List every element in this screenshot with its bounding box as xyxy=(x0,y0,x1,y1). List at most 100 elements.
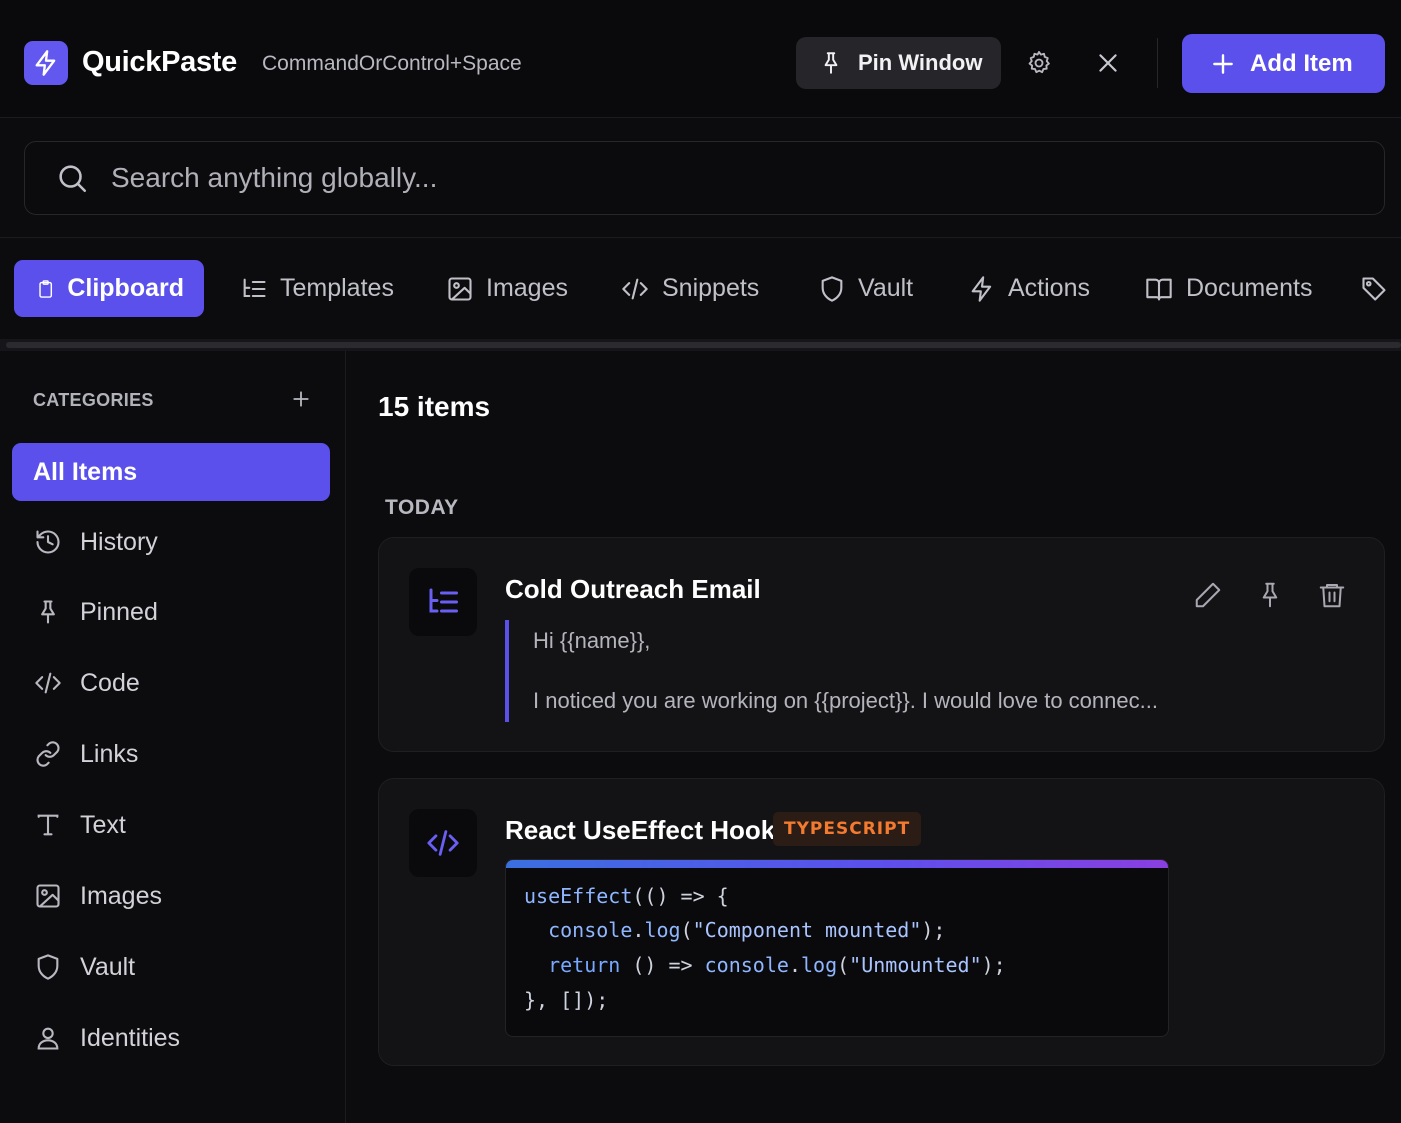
plus-icon xyxy=(1213,53,1233,74)
tab-actions[interactable]: Actions xyxy=(968,260,1090,317)
preview-line: I noticed you are working on {{project}}… xyxy=(533,688,1158,713)
card-type-icon xyxy=(409,568,477,636)
add-item-button[interactable]: Add Item xyxy=(1182,34,1385,93)
sidebar-item-all-items[interactable]: All Items xyxy=(12,443,330,501)
section-heading-today: TODAY xyxy=(385,496,459,519)
image-icon xyxy=(36,884,60,908)
categories-heading: CATEGORIES xyxy=(33,390,154,410)
image-icon xyxy=(448,276,472,301)
close-button[interactable] xyxy=(1086,41,1130,85)
tabs-scrollbar[interactable] xyxy=(0,339,1401,351)
tab-label: Snippets xyxy=(662,274,760,302)
shortcut-label: CommandOrControl+Space xyxy=(262,52,522,75)
app-header: QuickPaste CommandOrControl+Space Pin Wi… xyxy=(0,0,1401,118)
code-line: return () => console.log("Unmounted"); xyxy=(548,953,1006,977)
sidebar-item-text[interactable]: Text xyxy=(12,796,330,854)
tab-label: Clipboard xyxy=(67,274,184,302)
pin-window-label: Pin Window xyxy=(858,50,983,75)
trash-icon xyxy=(1319,584,1345,608)
global-search xyxy=(24,141,1385,215)
sidebar-item-identities[interactable]: Identities xyxy=(12,1009,330,1067)
sidebar-item-label: History xyxy=(80,527,158,556)
preview-line: Hi {{name}}, xyxy=(533,628,651,653)
sidebar-item-label: Identities xyxy=(80,1023,181,1052)
language-badge: TYPESCRIPT xyxy=(773,812,922,846)
clipboard-icon xyxy=(39,279,53,298)
main-content: 15 items TODAY Cold Outreach Email Hi {{… xyxy=(347,351,1401,1123)
tab-images[interactable]: Images xyxy=(446,260,568,317)
pin-icon xyxy=(1262,582,1278,608)
tag-icon xyxy=(1362,276,1386,301)
code-icon xyxy=(427,830,459,856)
add-category-button[interactable] xyxy=(289,387,313,411)
tab-label: Images xyxy=(486,274,568,302)
sidebar-item-pinned[interactable]: Pinned xyxy=(12,583,330,641)
app-logo xyxy=(24,41,68,85)
tab-bar: Clipboard Templates Images Snippets Vaul… xyxy=(0,238,1401,340)
tab-documents[interactable]: Documents xyxy=(1144,260,1312,317)
sidebar-item-vault[interactable]: Vault xyxy=(12,938,330,996)
book-icon xyxy=(1146,278,1172,301)
sidebar-item-label: Images xyxy=(80,881,162,910)
sidebar: CATEGORIES All Items History Pinned Code… xyxy=(0,351,346,1123)
text-icon xyxy=(37,814,59,836)
scrollbar-thumb[interactable] xyxy=(6,342,1401,348)
sidebar-item-label: Links xyxy=(80,739,139,768)
sidebar-item-label: All Items xyxy=(33,457,138,486)
tab-snippets[interactable]: Snippets xyxy=(620,260,759,317)
search-icon xyxy=(59,165,87,193)
add-item-label: Add Item xyxy=(1250,49,1353,77)
app-title: QuickPaste xyxy=(82,46,237,78)
tab-label: Vault xyxy=(858,274,914,302)
templates-icon xyxy=(243,278,266,297)
sidebar-item-label: Pinned xyxy=(80,597,158,626)
clip-card[interactable]: React UseEffect Hook TYPESCRIPT useEffec… xyxy=(378,778,1385,1066)
search-input[interactable] xyxy=(111,162,1311,194)
card-actions xyxy=(1191,578,1349,612)
sidebar-item-links[interactable]: Links xyxy=(12,725,330,783)
gear-icon xyxy=(1028,50,1050,74)
settings-button[interactable] xyxy=(1017,41,1061,85)
history-icon xyxy=(36,530,60,554)
user-icon xyxy=(37,1027,59,1050)
card-preview: Hi {{name}}, I noticed you are working o… xyxy=(505,620,1158,722)
sidebar-item-label: Vault xyxy=(80,952,136,981)
code-line: console.log("Component mounted"); xyxy=(548,918,946,942)
lightning-icon xyxy=(35,50,56,76)
tab-label: Documents xyxy=(1186,274,1313,302)
tab-templates[interactable]: Templates xyxy=(240,260,394,317)
lightning-icon xyxy=(971,275,992,302)
sidebar-item-images[interactable]: Images xyxy=(12,867,330,925)
item-count: 15 items xyxy=(378,391,491,422)
edit-button[interactable] xyxy=(1191,578,1225,612)
card-title: React UseEffect Hook xyxy=(505,815,776,845)
close-icon xyxy=(1099,54,1117,72)
delete-button[interactable] xyxy=(1315,578,1349,612)
tab-vault[interactable]: Vault xyxy=(818,260,913,317)
card-title: Cold Outreach Email xyxy=(505,574,761,604)
code-accent-bar xyxy=(506,860,1168,868)
templates-icon xyxy=(429,588,458,613)
code-preview: useEffect(() => { console.log("Component… xyxy=(505,859,1169,1037)
code-icon xyxy=(622,278,648,299)
tab-tags[interactable] xyxy=(1360,260,1388,317)
pin-icon xyxy=(824,52,838,74)
sidebar-item-code[interactable]: Code xyxy=(12,654,330,712)
tab-label: Actions xyxy=(1008,274,1090,302)
shield-icon xyxy=(37,954,59,980)
card-type-icon xyxy=(409,809,477,877)
sidebar-item-label: Text xyxy=(80,810,126,839)
clip-card[interactable]: Cold Outreach Email Hi {{name}}, I notic… xyxy=(378,537,1385,752)
sidebar-item-label: Code xyxy=(80,668,140,697)
plus-icon xyxy=(293,391,309,407)
tab-clipboard[interactable]: Clipboard xyxy=(14,260,204,317)
sidebar-item-history[interactable]: History xyxy=(12,513,330,571)
code-line: useEffect(() => { xyxy=(524,884,729,908)
pin-window-button[interactable]: Pin Window xyxy=(796,37,1001,89)
code-line: }, []); xyxy=(524,988,609,1012)
pin-icon xyxy=(41,600,55,624)
code-icon xyxy=(35,672,61,694)
pin-button[interactable] xyxy=(1253,578,1287,612)
pencil-icon xyxy=(1195,582,1221,608)
shield-icon xyxy=(821,275,843,302)
